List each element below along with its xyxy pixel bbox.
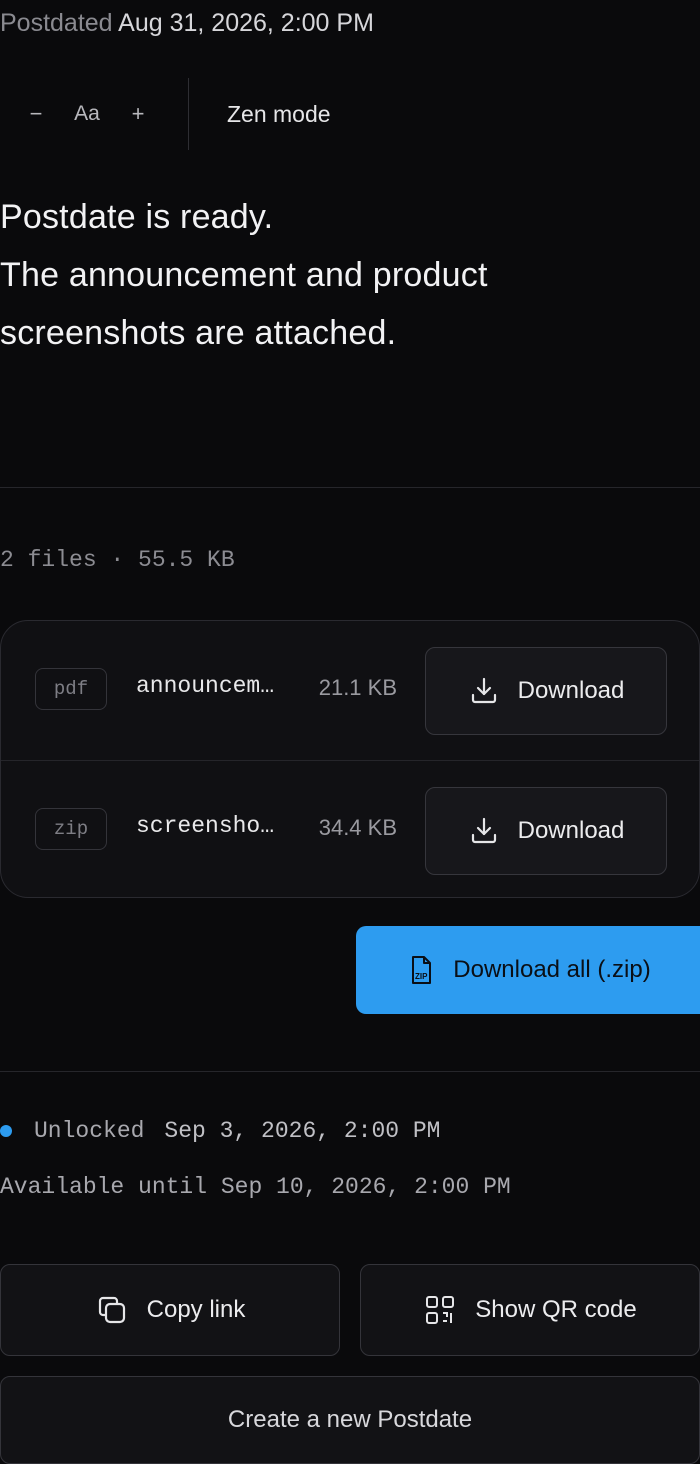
postdated-value: Aug 31, 2026, 2:00 PM	[118, 9, 374, 37]
download-icon	[471, 677, 496, 704]
file-size: 34.4 KB	[318, 815, 397, 840]
file-type-badge: zip	[35, 808, 107, 850]
download-label: Download	[517, 817, 625, 844]
unlocked-label: Unlocked	[34, 1118, 145, 1144]
svg-text:ZIP: ZIP	[415, 972, 428, 981]
increase-font-button[interactable]: +	[102, 78, 174, 150]
file-row: pdf announcement.pdf 21.1 KB Download	[1, 621, 699, 759]
copy-link-button[interactable]: Copy link	[0, 1264, 340, 1356]
message-line: Postdate is ready.	[0, 198, 274, 236]
copy-link-label: Copy link	[146, 1296, 246, 1323]
availability-text: Available until Sep 10, 2026, 2:00 PM	[0, 1174, 511, 1200]
message-line: screenshots are attached.	[0, 314, 397, 352]
file-name: screenshots.zip	[136, 813, 286, 839]
show-qr-label: Show QR code	[475, 1296, 637, 1323]
decrease-font-button[interactable]: −	[0, 78, 72, 150]
unlocked-time: Sep 3, 2026, 2:00 PM	[164, 1118, 441, 1144]
file-type-badge: pdf	[35, 668, 107, 710]
unlock-status: Unlocked Sep 3, 2026, 2:00 PM	[0, 1114, 440, 1148]
download-all-button[interactable]: ZIP Download all (.zip)	[356, 926, 700, 1014]
file-size: 21.1 KB	[318, 675, 397, 700]
show-qr-button[interactable]: Show QR code	[360, 1264, 700, 1356]
postdated-label: Postdated	[0, 9, 113, 37]
text-toolbar: − Aa + Zen mode	[0, 78, 331, 150]
download-all-label: Download all (.zip)	[453, 956, 651, 983]
qr-code-icon	[426, 1296, 455, 1324]
copy-icon	[98, 1296, 125, 1324]
download-file-button[interactable]: Download	[425, 647, 667, 735]
message-text: Postdate is ready. The announcement and …	[0, 188, 700, 362]
message-line: The announcement and product	[0, 256, 488, 294]
file-row: zip screenshots.zip 34.4 KB Download	[1, 760, 699, 897]
file-list: pdf announcement.pdf 21.1 KB Download zi…	[0, 620, 700, 898]
postdated-line: Postdated Aug 31, 2026, 2:00 PM	[0, 6, 374, 40]
create-new-label: Create a new Postdate	[227, 1406, 473, 1433]
file-name: announcement.pdf	[136, 673, 286, 699]
font-size-button[interactable]: Aa	[72, 78, 102, 150]
zen-mode-button[interactable]: Zen mode	[189, 78, 331, 150]
section-divider	[0, 487, 700, 488]
create-new-postdate-button[interactable]: Create a new Postdate	[0, 1376, 700, 1464]
download-file-button[interactable]: Download	[425, 787, 667, 875]
download-label: Download	[517, 677, 625, 704]
zip-file-icon: ZIP	[412, 956, 432, 984]
download-icon	[471, 817, 496, 844]
page: Postdated Aug 31, 2026, 2:00 PM − Aa + Z…	[0, 0, 700, 1464]
files-summary: 2 files · 55.5 KB	[0, 547, 235, 573]
section-divider	[0, 1071, 700, 1072]
status-dot	[0, 1125, 12, 1137]
